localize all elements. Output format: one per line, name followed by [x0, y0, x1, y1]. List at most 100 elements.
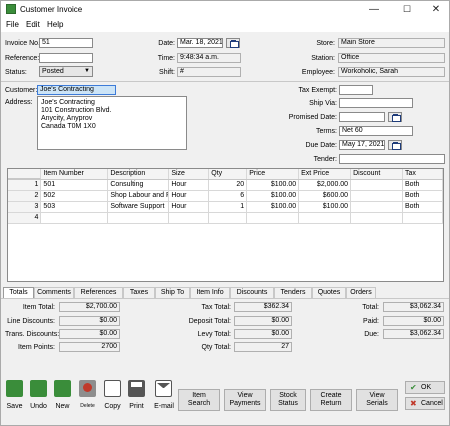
menu-help[interactable]: Help: [47, 20, 63, 29]
menu-file[interactable]: File: [6, 20, 19, 29]
delete-button[interactable]: Delete: [76, 378, 97, 412]
cell-discount[interactable]: [350, 190, 404, 202]
cell-discount[interactable]: [350, 212, 404, 224]
cell-price[interactable]: $100.00: [246, 201, 300, 213]
tab-quotes[interactable]: Quotes: [312, 287, 346, 298]
status-select[interactable]: Posted ▼: [39, 66, 93, 77]
tab-ship-to[interactable]: Ship To: [155, 287, 190, 298]
reference-field[interactable]: [39, 53, 93, 63]
create-return-button[interactable]: Create Return: [310, 389, 352, 411]
cell-qty[interactable]: 1: [208, 201, 248, 213]
cell-tax[interactable]: Both: [402, 201, 443, 213]
close-button[interactable]: ✕: [421, 1, 450, 18]
stock-status-label-2: Status: [278, 400, 298, 407]
item-total-field: $2,700.00: [59, 302, 120, 312]
cell-ext-price[interactable]: $2,000.00: [298, 179, 352, 191]
cell-price[interactable]: $100.00: [246, 179, 300, 191]
cell-item-number[interactable]: 501: [40, 179, 109, 191]
invoice-no-field[interactable]: 51: [39, 38, 93, 48]
col-qty[interactable]: Qty: [208, 169, 248, 180]
stock-status-button[interactable]: Stock Status: [270, 389, 306, 411]
col-description[interactable]: Description: [107, 169, 170, 180]
tab-tenders[interactable]: Tenders: [274, 287, 312, 298]
cell-description[interactable]: Software Support: [107, 201, 170, 213]
cell-size[interactable]: Hour: [168, 201, 210, 213]
table-row[interactable]: 3 503 Software Support Hour 1 $100.00 $1…: [8, 201, 443, 213]
save-button[interactable]: Save: [3, 378, 24, 412]
cell-item-number[interactable]: 502: [40, 190, 109, 202]
address-box[interactable]: Joe's Contracting 101 Construction Blvd.…: [37, 96, 187, 150]
cell-price[interactable]: $100.00: [246, 190, 300, 202]
cell-item-number[interactable]: [40, 212, 109, 224]
cell-tax[interactable]: [402, 212, 443, 224]
col-size[interactable]: Size: [168, 169, 210, 180]
cancel-button[interactable]: ✖ Cancel: [405, 397, 445, 410]
date-field[interactable]: Mar. 18, 2021: [177, 38, 223, 48]
tab-references[interactable]: References: [74, 287, 123, 298]
email-button[interactable]: E-mail: [150, 378, 176, 412]
view-payments-button[interactable]: View Payments: [224, 389, 266, 411]
tax-exempt-field[interactable]: [339, 85, 373, 95]
tab-comments[interactable]: Comments: [34, 287, 74, 298]
terms-field[interactable]: Net 60: [339, 126, 413, 136]
print-button[interactable]: Print: [125, 378, 146, 412]
calendar-icon[interactable]: [388, 140, 402, 150]
calendar-icon[interactable]: [388, 112, 402, 122]
cell-size[interactable]: Hour: [168, 179, 210, 191]
cell-ext-price[interactable]: [298, 212, 352, 224]
cell-size[interactable]: [168, 212, 210, 224]
table-row[interactable]: 1 501 Consulting Hour 20 $100.00 $2,000.…: [8, 179, 443, 191]
tab-taxes[interactable]: Taxes: [123, 287, 155, 298]
cell-description[interactable]: Consulting: [107, 179, 170, 191]
copy-button[interactable]: Copy: [101, 378, 122, 412]
col-discount[interactable]: Discount: [350, 169, 404, 180]
view-serials-label-1: View: [369, 392, 385, 399]
cell-ext-price[interactable]: $600.00: [298, 190, 352, 202]
new-label: New: [55, 403, 70, 410]
undo-label: Undo: [30, 403, 47, 410]
cell-qty[interactable]: 20: [208, 179, 248, 191]
view-payments-label-2: Payments: [229, 400, 261, 407]
tab-item-info[interactable]: Item Info: [190, 287, 230, 298]
calendar-icon[interactable]: [226, 38, 240, 48]
cell-description[interactable]: [107, 212, 170, 224]
tab-discounts[interactable]: Discounts: [230, 287, 274, 298]
menu-edit[interactable]: Edit: [26, 20, 40, 29]
col-ext-price[interactable]: Ext Price: [298, 169, 352, 180]
cell-description[interactable]: Shop Labour and Repair: [107, 190, 170, 202]
tab-strip: Totals Comments References Taxes Ship To…: [1, 287, 449, 299]
cell-price[interactable]: [246, 212, 300, 224]
ok-button[interactable]: ✔ OK: [405, 381, 445, 394]
undo-button[interactable]: Undo: [27, 378, 48, 412]
items-grid[interactable]: Item Number Description Size Qty Price E…: [7, 168, 444, 282]
cell-size[interactable]: Hour: [168, 190, 210, 202]
view-serials-button[interactable]: View Serials: [356, 389, 398, 411]
cell-discount[interactable]: [350, 179, 404, 191]
qty-total-label: Qty Total:: [201, 344, 231, 351]
table-row[interactable]: 4: [8, 212, 443, 224]
row-number: 2: [8, 190, 42, 202]
promised-date-field[interactable]: [339, 112, 385, 122]
ship-via-field[interactable]: [339, 98, 413, 108]
shift-label: Shift:: [159, 69, 175, 76]
item-search-button[interactable]: Item Search: [178, 389, 220, 411]
col-tax[interactable]: Tax: [402, 169, 443, 180]
col-price[interactable]: Price: [246, 169, 300, 180]
cell-discount[interactable]: [350, 201, 404, 213]
tab-orders[interactable]: Orders: [346, 287, 376, 298]
new-button[interactable]: New: [51, 378, 72, 412]
col-item-number[interactable]: Item Number: [40, 169, 109, 180]
deposit-total-label: Deposit Total:: [188, 318, 231, 325]
cell-qty[interactable]: [208, 212, 248, 224]
tender-field[interactable]: [339, 154, 445, 164]
minimize-button[interactable]: —: [359, 1, 389, 18]
cell-ext-price[interactable]: $100.00: [298, 201, 352, 213]
due-date-field[interactable]: May 17, 2021: [339, 140, 385, 150]
cell-item-number[interactable]: 503: [40, 201, 109, 213]
customer-field[interactable]: Joe's Contracting: [37, 85, 116, 95]
cell-tax[interactable]: Both: [402, 190, 443, 202]
maximize-button[interactable]: ☐: [392, 1, 422, 18]
table-row[interactable]: 2 502 Shop Labour and Repair Hour 6 $100…: [8, 190, 443, 202]
cell-tax[interactable]: Both: [402, 179, 443, 191]
cell-qty[interactable]: 6: [208, 190, 248, 202]
